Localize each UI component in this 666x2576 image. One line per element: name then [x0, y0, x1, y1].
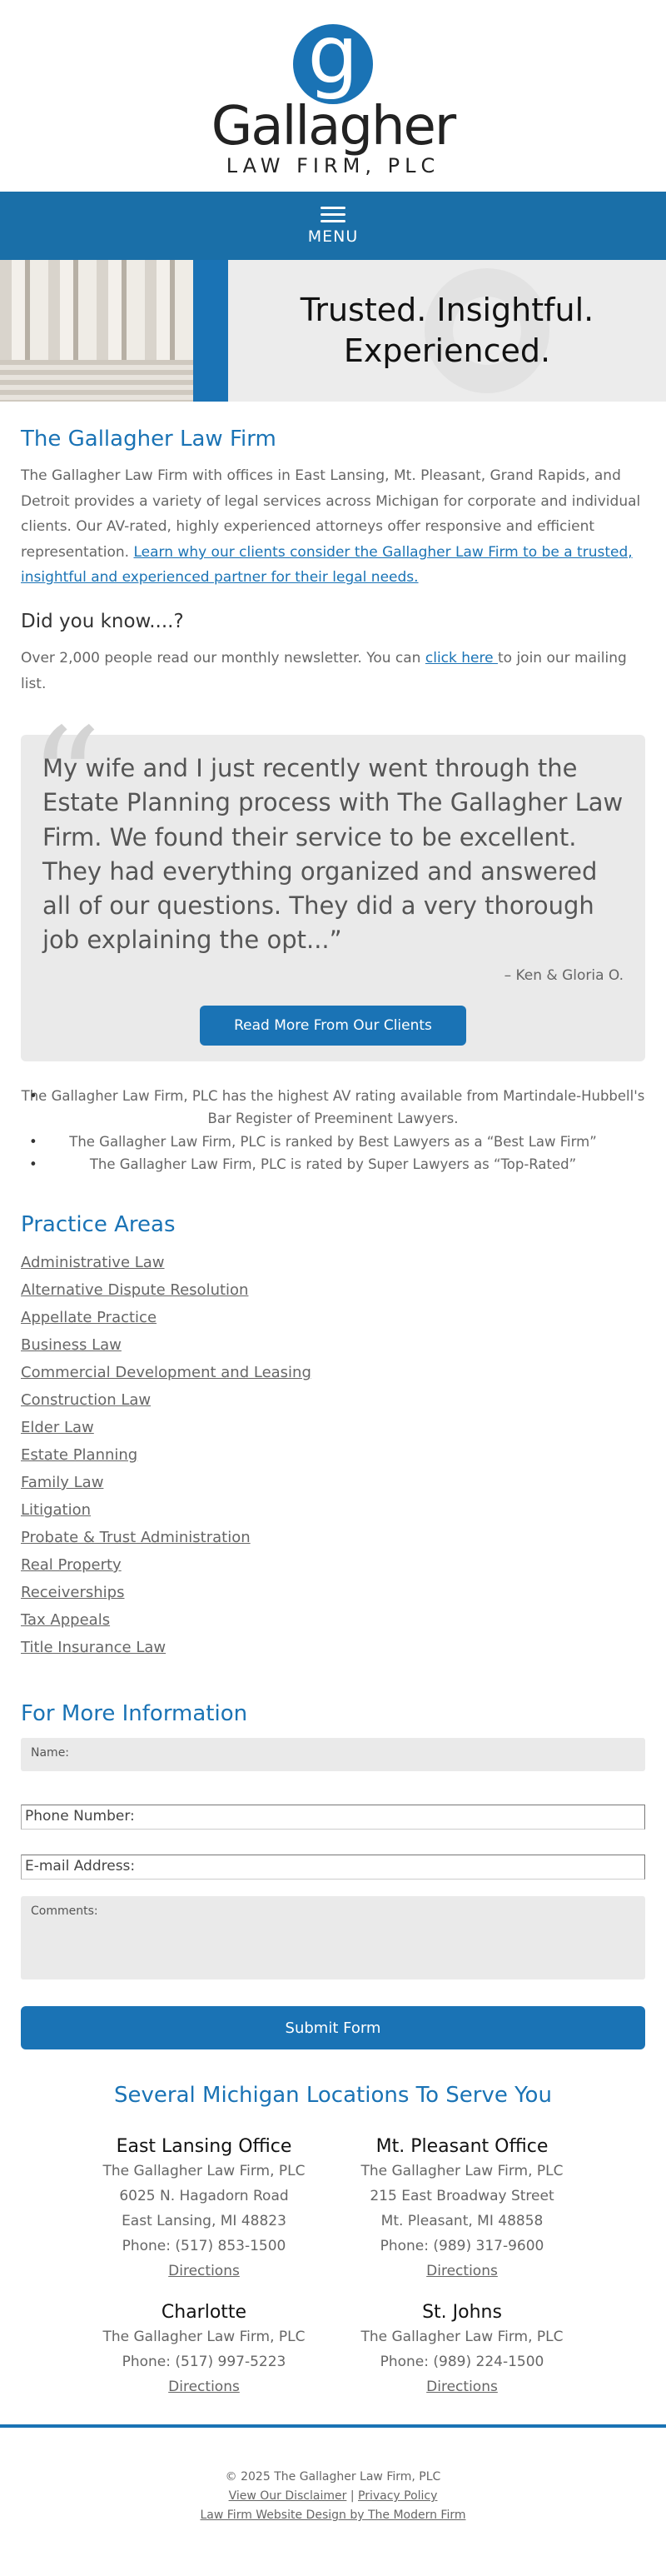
logo-icon[interactable]: g [293, 15, 373, 105]
office-firm: The Gallagher Law Firm, PLC [102, 2163, 306, 2180]
footer-separator: | [346, 2489, 358, 2504]
practice-link[interactable]: Family Law [21, 1474, 103, 1491]
office-firm: The Gallagher Law Firm, PLC [360, 2329, 564, 2346]
ratings-list: The Gallagher Law Firm, PLC has the high… [21, 1085, 645, 1176]
copyright: © 2025 The Gallagher Law Firm, PLC [225, 2470, 441, 2484]
design-credit-link[interactable]: Law Firm Website Design by The Modern Fi… [200, 2509, 465, 2522]
practice-link[interactable]: Litigation [21, 1501, 91, 1519]
practice-title: Practice Areas [21, 1212, 176, 1238]
locations-title: Several Michigan Locations To Serve You [114, 2083, 552, 2109]
office-firm: The Gallagher Law Firm, PLC [102, 2329, 306, 2346]
office-name: St. Johns [422, 2302, 502, 2324]
rating-item: The Gallagher Law Firm, PLC is rated by … [21, 1153, 645, 1176]
practice-list: Administrative Law Alternative Dispute R… [21, 1249, 645, 1661]
form-title: For More Information [21, 1701, 248, 1727]
office-name: Mt. Pleasant Office [375, 2136, 549, 2158]
office-name: Charlotte [161, 2302, 247, 2324]
practice-areas: Practice Areas Administrative Law Altern… [0, 1176, 666, 1661]
office-phone[interactable]: Phone: (989) 317-9600 [333, 2234, 591, 2259]
intro-section: The Gallagher Law Firm The Gallagher Law… [0, 402, 666, 696]
hero-tagline: Trusted. Insightful. Experienced. [228, 260, 666, 402]
hero-accent-bar [193, 260, 228, 402]
practice-link[interactable]: Construction Law [21, 1391, 151, 1409]
comments-field[interactable]: Comments: [21, 1896, 645, 1980]
newsletter-paragraph: Over 2,000 people read our monthly newsl… [21, 646, 645, 696]
did-you-know-title: Did you know....? [21, 610, 184, 632]
office-name: East Lansing Office [116, 2136, 292, 2158]
site-footer: © 2025 The Gallagher Law Firm, PLC View … [0, 2428, 666, 2544]
logo-name[interactable]: Gallagher [211, 99, 456, 155]
office-city: East Lansing, MI 48823 [122, 2213, 286, 2230]
directions-link[interactable]: Directions [168, 2263, 240, 2279]
office-city: Mt. Pleasant, MI 48858 [380, 2213, 544, 2230]
phone-field[interactable]: Phone Number: [21, 1805, 645, 1830]
testimonial-card: “ My wife and I just recently went throu… [21, 710, 645, 1062]
office-mt-pleasant: Mt. Pleasant Office The Gallagher Law Fi… [333, 2136, 591, 2284]
office-phone[interactable]: Phone: (517) 853-1500 [75, 2234, 333, 2259]
directions-link[interactable]: Directions [426, 2263, 498, 2279]
directions-link[interactable]: Directions [168, 2379, 240, 2395]
practice-link[interactable]: Alternative Dispute Resolution [21, 1281, 248, 1299]
hero-line-1: Trusted. Insightful. [300, 291, 594, 328]
read-more-button[interactable]: Read More From Our Clients [200, 1006, 466, 1046]
office-address: 215 East Broadway Street [370, 2188, 554, 2205]
name-field[interactable]: Name: [21, 1738, 645, 1772]
testimonial-author: – Ken & Gloria O. [504, 967, 624, 985]
office-phone[interactable]: Phone: (989) 224-1500 [333, 2349, 591, 2374]
newsletter-link[interactable]: click here [425, 650, 498, 666]
practice-link[interactable]: Probate & Trust Administration [21, 1529, 251, 1546]
office-phone[interactable]: Phone: (517) 997-5223 [75, 2349, 333, 2374]
newsletter-text: Over 2,000 people read our monthly newsl… [21, 649, 425, 666]
office-st-johns: St. Johns The Gallagher Law Firm, PLC Ph… [333, 2302, 591, 2399]
menu-button[interactable]: MENU [0, 192, 666, 260]
directions-link[interactable]: Directions [426, 2379, 498, 2395]
office-address: 6025 N. Hagadorn Road [119, 2188, 289, 2205]
hamburger-icon[interactable] [321, 206, 345, 222]
practice-link[interactable]: Elder Law [21, 1419, 94, 1436]
privacy-link[interactable]: Privacy Policy [358, 2489, 437, 2503]
locations-grid: East Lansing Office The Gallagher Law Fi… [21, 2136, 645, 2399]
email-field[interactable]: E-mail Address: [21, 1855, 645, 1880]
office-firm: The Gallagher Law Firm, PLC [360, 2163, 564, 2180]
practice-link[interactable]: Appellate Practice [21, 1309, 157, 1326]
practice-link[interactable]: Tax Appeals [21, 1611, 110, 1629]
testimonial-quote: My wife and I just recently went through… [42, 754, 624, 955]
office-east-lansing: East Lansing Office The Gallagher Law Fi… [75, 2136, 333, 2284]
disclaimer-link[interactable]: View Our Disclaimer [229, 2489, 347, 2503]
columns-image [0, 260, 193, 402]
menu-label[interactable]: MENU [308, 227, 359, 246]
hero-line-2: Experienced. [343, 332, 551, 369]
practice-link[interactable]: Administrative Law [21, 1254, 165, 1271]
practice-link[interactable]: Estate Planning [21, 1446, 137, 1464]
intro-title: The Gallagher Law Firm [21, 427, 276, 452]
practice-link[interactable]: Real Property [21, 1556, 122, 1574]
practice-link[interactable]: Business Law [21, 1336, 122, 1354]
intro-paragraph: The Gallagher Law Firm with offices in E… [21, 463, 645, 591]
rating-item: The Gallagher Law Firm, PLC is ranked by… [21, 1131, 645, 1153]
practice-link[interactable]: Receiverships [21, 1584, 124, 1601]
office-charlotte: Charlotte The Gallagher Law Firm, PLC Ph… [75, 2302, 333, 2399]
logo-subtitle: LAW FIRM, PLC [226, 153, 440, 177]
practice-link[interactable]: Commercial Development and Leasing [21, 1364, 311, 1381]
rating-item: The Gallagher Law Firm, PLC has the high… [21, 1085, 645, 1130]
locations-section: Several Michigan Locations To Serve You … [0, 2049, 666, 2399]
submit-button[interactable]: Submit Form [21, 2006, 645, 2050]
practice-link[interactable]: Title Insurance Law [21, 1639, 166, 1656]
hero-banner: Trusted. Insightful. Experienced. [0, 260, 666, 402]
site-header: g Gallagher LAW FIRM, PLC [0, 0, 666, 192]
contact-form: For More Information Name: Phone Number:… [0, 1661, 666, 2050]
